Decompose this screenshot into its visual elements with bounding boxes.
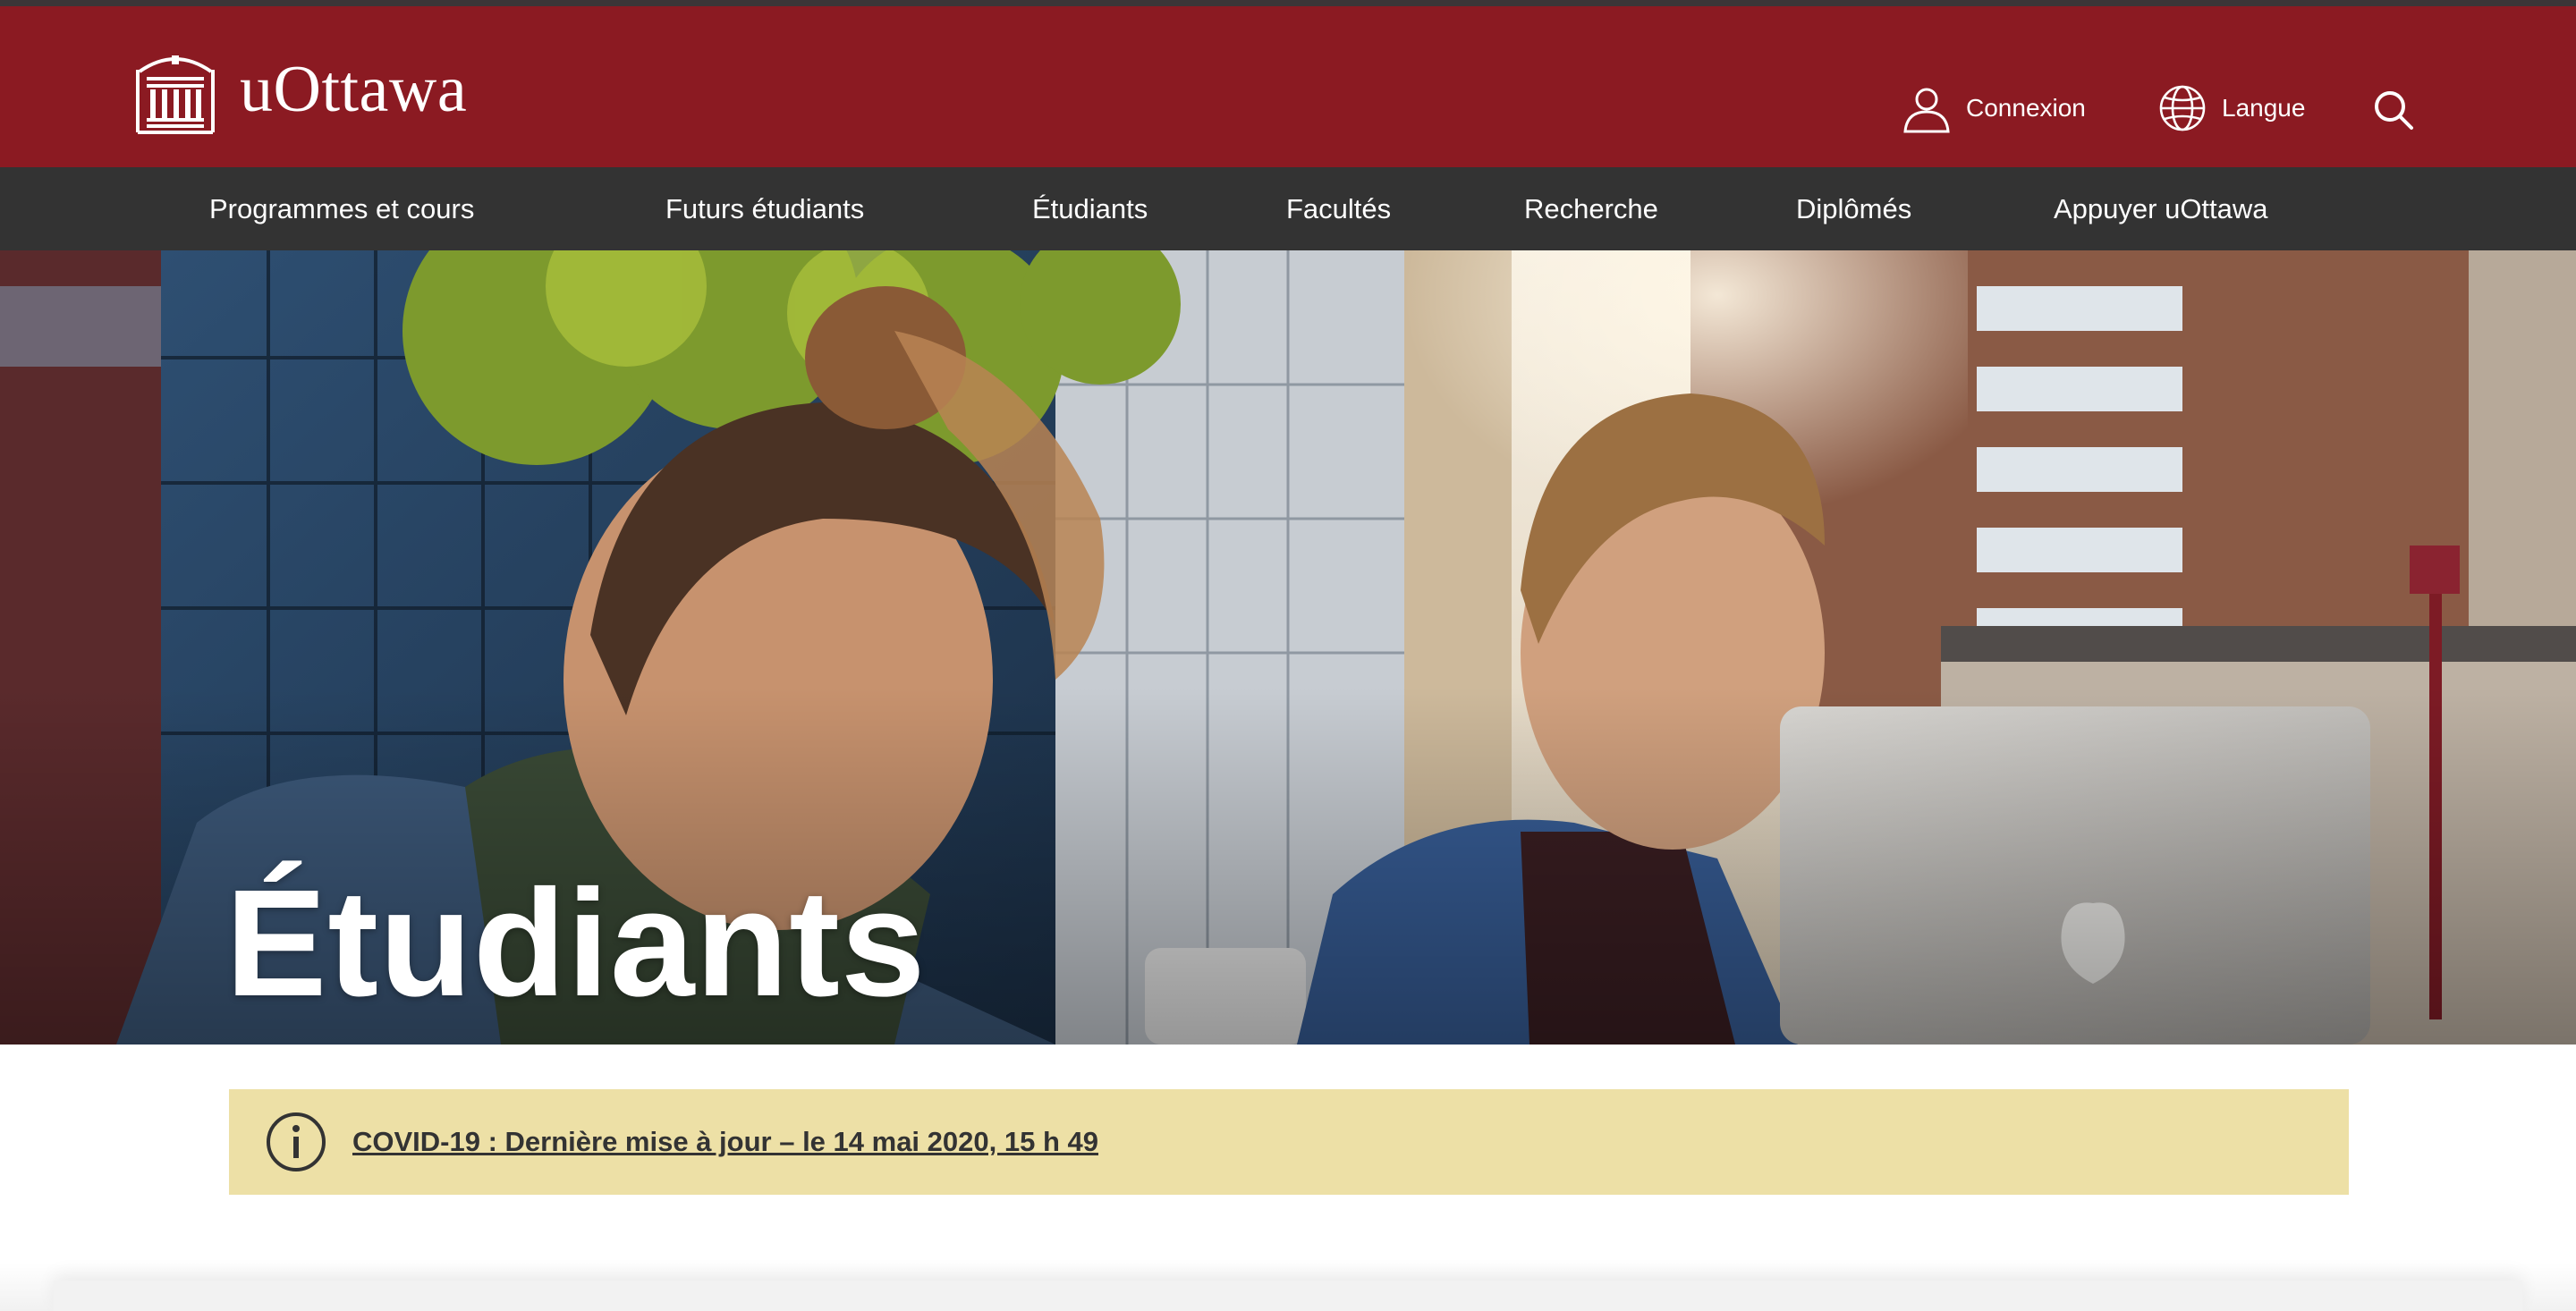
main-navigation: Programmes et cours Futurs étudiants Étu…	[0, 167, 2576, 250]
user-icon	[1903, 88, 1950, 133]
language-button[interactable]: Langue	[2157, 83, 2305, 133]
language-label: Langue	[2222, 94, 2306, 122]
logo-text: uOttawa	[240, 52, 468, 126]
globe-icon	[2159, 85, 2206, 131]
nav-item-facultes[interactable]: Facultés	[1286, 167, 1391, 250]
site-header: uOttawa Connexion Langue	[0, 6, 2576, 167]
nav-item-etudiants[interactable]: Étudiants	[1032, 167, 1148, 250]
nav-item-diplomes[interactable]: Diplômés	[1796, 167, 1911, 250]
login-button[interactable]: Connexion	[1902, 83, 2086, 133]
info-icon	[267, 1112, 326, 1171]
nav-item-futurs-etudiants[interactable]: Futurs étudiants	[665, 167, 864, 250]
top-border	[0, 0, 2576, 6]
uottawa-logo-link[interactable]: uOttawa	[134, 40, 467, 139]
hero-title: Étudiants	[225, 858, 927, 1028]
building-logo-icon	[136, 55, 215, 134]
nav-item-programmes[interactable]: Programmes et cours	[209, 167, 474, 250]
search-icon	[2375, 91, 2413, 130]
search-button[interactable]	[2372, 85, 2415, 135]
covid-alert-banner: COVID-19 : Dernière mise à jour – le 14 …	[229, 1089, 2349, 1195]
login-label: Connexion	[1966, 94, 2086, 122]
hero-banner: Étudiants	[0, 250, 2576, 1045]
content-card-edge	[0, 1263, 2576, 1311]
covid-update-link[interactable]: COVID-19 : Dernière mise à jour – le 14 …	[352, 1126, 1098, 1158]
nav-item-appuyer[interactable]: Appuyer uOttawa	[2054, 167, 2268, 250]
nav-item-recherche[interactable]: Recherche	[1524, 167, 1658, 250]
